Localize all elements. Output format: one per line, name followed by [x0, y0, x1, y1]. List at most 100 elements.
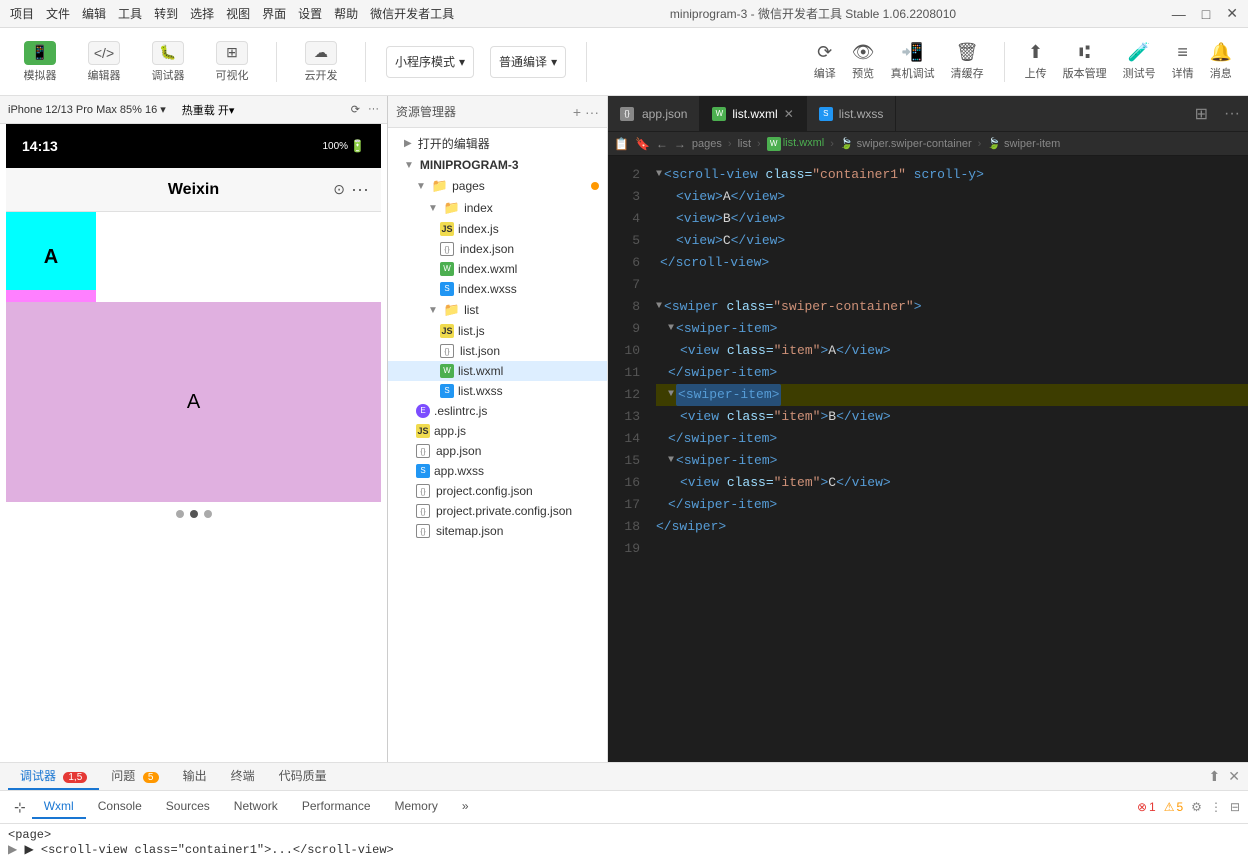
file-panel-title: 资源管理器 — [396, 103, 456, 120]
visible-button[interactable]: ⊞ 可视化 — [208, 41, 256, 83]
file-list-json[interactable]: {} list.json — [388, 341, 607, 361]
tab-codequality[interactable]: 代码质量 — [267, 763, 339, 790]
fold-icon[interactable]: ▼ — [668, 318, 674, 340]
devtools-tab-more[interactable]: » — [450, 795, 481, 819]
devtools-tab-memory[interactable]: Memory — [383, 795, 450, 819]
opened-editors-section[interactable]: ▶ 打开的编辑器 — [388, 132, 607, 155]
compile-button[interactable]: ⟳ 编译 — [814, 42, 836, 82]
file-index-json[interactable]: {} index.json — [388, 239, 607, 259]
devtools-tab-performance[interactable]: Performance — [290, 795, 383, 819]
code-editor[interactable]: 2 3 4 5 6 7 8 9 10 11 12 13 14 15 16 17 … — [608, 156, 1248, 762]
tab-list-wxss[interactable]: S list.wxss — [807, 96, 897, 132]
folder-index[interactable]: ▼ 📁 index — [388, 197, 607, 219]
tab-list-wxml[interactable]: W list.wxml ✕ — [700, 96, 806, 132]
preview-button[interactable]: 👁 预览 — [852, 42, 875, 82]
menu-item-view[interactable]: 视图 — [226, 5, 250, 22]
maximize-button[interactable]: □ — [1202, 6, 1210, 22]
wxml-file-icon: W — [440, 262, 454, 276]
devtools-tab-sources[interactable]: Sources — [154, 795, 222, 819]
menu-item-project[interactable]: 项目 — [10, 5, 34, 22]
menu-bar[interactable]: 项目 文件 编辑 工具 转到 选择 视图 界面 设置 帮助 微信开发者工具 — [10, 5, 454, 22]
window-controls[interactable]: — □ ✕ — [1172, 5, 1238, 22]
file-app-json[interactable]: {} app.json — [388, 441, 607, 461]
maximize-panel-icon[interactable]: ⬆ — [1209, 768, 1221, 785]
code-content[interactable]: ▼ <scroll-view class="container1" scroll… — [648, 156, 1248, 762]
menu-item-help[interactable]: 帮助 — [334, 5, 358, 22]
devtools-dock-icon[interactable]: ⊟ — [1230, 800, 1240, 814]
realtest-button[interactable]: 📲 真机调试 — [891, 42, 935, 82]
camera-icon: ⊙ — [333, 181, 345, 198]
version-button[interactable]: ⑆ 版本管理 — [1063, 42, 1107, 82]
file-list-wxss[interactable]: S list.wxss — [388, 381, 607, 401]
menu-item-interface[interactable]: 界面 — [262, 5, 286, 22]
new-folder-icon[interactable]: ··· — [585, 104, 599, 120]
output-tab-label: 输出 — [183, 769, 207, 783]
forward-icon[interactable]: → — [674, 137, 686, 151]
menu-item-select[interactable]: 选择 — [190, 5, 214, 22]
notify-button[interactable]: 🔔 消息 — [1210, 42, 1232, 82]
file-app-wxss[interactable]: S app.wxss — [388, 461, 607, 481]
tab-output[interactable]: 输出 — [171, 763, 219, 790]
cloud-button[interactable]: ☁ 云开发 — [297, 41, 345, 83]
folder-list[interactable]: ▼ 📁 list — [388, 299, 607, 321]
tab-terminal[interactable]: 终端 — [219, 763, 267, 790]
file-index-js[interactable]: JS index.js — [388, 219, 607, 239]
devtools-tab-network[interactable]: Network — [222, 795, 290, 819]
device-selector[interactable]: iPhone 12/13 Pro Max 85% 16 ▾ — [8, 103, 166, 116]
close-button[interactable]: ✕ — [1226, 5, 1238, 22]
refresh-icon[interactable]: ⟳ — [351, 103, 360, 116]
split-editor-button[interactable]: ⊞ — [1187, 104, 1216, 124]
fold-icon[interactable]: ▼ — [668, 450, 674, 472]
clearcache-button[interactable]: 🗑 清缓存 — [951, 42, 984, 82]
file-index-wxss[interactable]: S index.wxss — [388, 279, 607, 299]
detail-button[interactable]: ≡ 详情 — [1172, 42, 1194, 82]
tab-debugger[interactable]: 调试器 1,5 — [8, 763, 99, 790]
more-icon[interactable]: ··· — [368, 103, 379, 116]
hotreload-toggle[interactable]: 热重载 开▾ — [182, 102, 235, 118]
fold-icon[interactable]: ▼ — [656, 296, 662, 318]
debugger-icon: 🐛 — [152, 41, 184, 65]
devtools-tab-console[interactable]: Console — [86, 795, 154, 819]
file-list-wxml[interactable]: W list.wxml — [388, 361, 607, 381]
mode-dropdown[interactable]: 小程序模式 ▾ — [386, 46, 474, 78]
test-button[interactable]: 🧪 测试号 — [1123, 42, 1156, 82]
title-bar: 项目 文件 编辑 工具 转到 选择 视图 界面 设置 帮助 微信开发者工具 mi… — [0, 0, 1248, 28]
tab-issues[interactable]: 问题 5 — [99, 763, 170, 790]
file-app-js[interactable]: JS app.js — [388, 421, 607, 441]
menu-item-goto[interactable]: 转到 — [154, 5, 178, 22]
upload-btn-label: 上传 — [1025, 65, 1047, 81]
upload-button[interactable]: ⬆ 上传 — [1025, 42, 1047, 82]
file-index-wxml[interactable]: W index.wxml — [388, 259, 607, 279]
devtools-more-icon[interactable]: ⋮ — [1210, 800, 1222, 814]
file-eslint[interactable]: E .eslintrc.js — [388, 401, 607, 421]
new-file-icon[interactable]: + — [573, 104, 581, 120]
fold-icon[interactable]: ▼ — [668, 384, 674, 406]
back-icon[interactable]: ← — [656, 137, 668, 151]
realtest-icon: 📲 — [901, 42, 923, 63]
menu-item-tool[interactable]: 工具 — [118, 5, 142, 22]
menu-item-settings[interactable]: 设置 — [298, 5, 322, 22]
select-element-icon[interactable]: ⊹ — [8, 799, 32, 816]
folder-pages[interactable]: ▼ 📁 pages — [388, 175, 607, 197]
menu-item-edit[interactable]: 编辑 — [82, 5, 106, 22]
more-tabs-button[interactable]: ··· — [1216, 105, 1248, 123]
debugger-button[interactable]: 🐛 调试器 — [144, 41, 192, 83]
editor-button[interactable]: </> 编辑器 — [80, 41, 128, 83]
project-name[interactable]: ▼ MINIPROGRAM-3 — [388, 155, 607, 175]
devtools-settings-icon[interactable]: ⚙ — [1191, 800, 1202, 814]
minimize-button[interactable]: — — [1172, 6, 1186, 22]
menu-item-file[interactable]: 文件 — [46, 5, 70, 22]
close-panel-icon[interactable]: ✕ — [1228, 768, 1240, 785]
file-project-private-config[interactable]: {} project.private.config.json — [388, 501, 607, 521]
file-sitemap[interactable]: {} sitemap.json — [388, 521, 607, 541]
compile-dropdown[interactable]: 普通编译 ▾ — [490, 46, 566, 78]
devtools-tab-wxml[interactable]: Wxml — [32, 795, 86, 819]
menu-item-wx[interactable]: 微信开发者工具 — [370, 5, 454, 22]
tab-close-button[interactable]: ✕ — [784, 107, 794, 121]
fold-icon[interactable]: ▼ — [656, 164, 662, 186]
tab-app-json[interactable]: {} app.json — [608, 96, 700, 132]
expand-icon[interactable]: ▶ — [8, 843, 17, 857]
file-list-js[interactable]: JS list.js — [388, 321, 607, 341]
simulator-button[interactable]: 📱 模拟器 — [16, 41, 64, 83]
file-project-config[interactable]: {} project.config.json — [388, 481, 607, 501]
